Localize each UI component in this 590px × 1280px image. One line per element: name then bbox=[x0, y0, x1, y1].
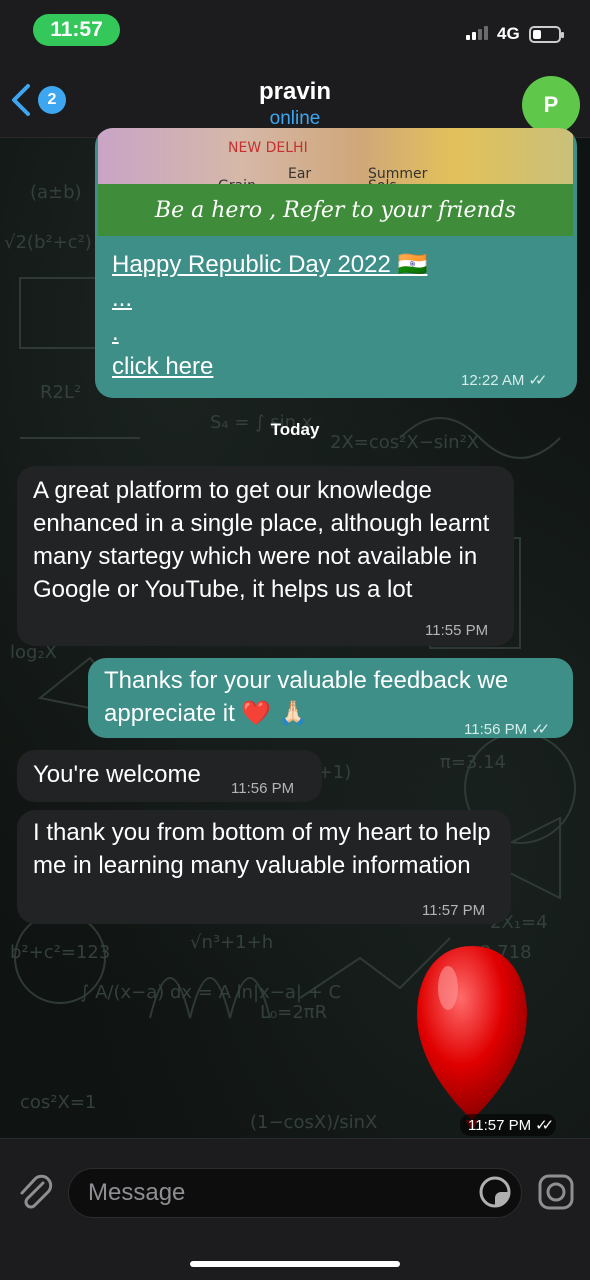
balloon-sticker[interactable]: 11:57 PM ✓✓ bbox=[410, 938, 570, 1138]
message-text: I thank you from bottom of my heart to h… bbox=[33, 819, 491, 879]
sticker-button[interactable] bbox=[478, 1175, 512, 1214]
message-meta: 11:56 PM ✓✓ bbox=[464, 713, 550, 746]
message-meta: 11:57 PM ✓✓ bbox=[460, 1114, 557, 1136]
message-list[interactable]: NEW DELHI Ear Grain Summer Sols Be a her… bbox=[0, 128, 590, 1138]
incoming-message[interactable]: I thank you from bottom of my heart to h… bbox=[17, 810, 511, 924]
camera-icon bbox=[538, 1174, 574, 1210]
battery-icon bbox=[529, 26, 564, 43]
double-check-icon: ✓✓ bbox=[528, 372, 547, 389]
message-placeholder: Message bbox=[88, 1179, 186, 1206]
incoming-message[interactable]: You're welcome 11:56 PM bbox=[17, 750, 322, 802]
message-meta: 12:22 AM ✓✓ bbox=[461, 364, 548, 397]
attach-button[interactable] bbox=[17, 1173, 53, 1218]
map-image: NEW DELHI Ear Grain Summer Sols bbox=[98, 128, 573, 194]
message-meta: 11:56 PM bbox=[231, 772, 294, 805]
link-preview-message[interactable]: NEW DELHI Ear Grain Summer Sols Be a her… bbox=[95, 128, 577, 398]
message-time: 11:56 PM bbox=[231, 780, 295, 797]
double-check-icon: ✓✓ bbox=[531, 721, 550, 738]
network-type: 4G bbox=[497, 24, 520, 43]
outgoing-message[interactable]: Thanks for your valuable feedback we app… bbox=[88, 658, 573, 738]
status-time: 11:57 bbox=[33, 14, 120, 46]
contact-status: online bbox=[269, 108, 321, 129]
chat-header: 2 pravin online P bbox=[0, 60, 590, 138]
contact-name[interactable]: pravin bbox=[0, 78, 590, 106]
sticker-icon bbox=[479, 1176, 511, 1208]
incoming-message[interactable]: A great platform to get our knowledge en… bbox=[17, 466, 514, 646]
camera-button[interactable] bbox=[537, 1173, 575, 1216]
signal-strength-icon bbox=[466, 26, 488, 40]
link-dot[interactable]: . bbox=[112, 316, 552, 350]
avatar[interactable]: P bbox=[522, 76, 580, 134]
balloon-icon bbox=[417, 946, 527, 1128]
message-meta: 11:55 PM bbox=[425, 614, 488, 647]
message-time: 12:22 AM bbox=[461, 372, 525, 389]
message-meta: 11:57 PM bbox=[422, 894, 485, 927]
message-time: 11:56 PM bbox=[464, 721, 528, 738]
link-ellipsis[interactable]: ... bbox=[112, 282, 552, 316]
message-input[interactable]: Message bbox=[68, 1168, 522, 1218]
message-time: 11:57 PM bbox=[422, 902, 486, 919]
home-indicator bbox=[190, 1261, 400, 1267]
message-time: 11:55 PM bbox=[425, 622, 489, 639]
message-text: A great platform to get our knowledge en… bbox=[33, 477, 490, 603]
paperclip-icon bbox=[20, 1174, 53, 1209]
composer-bar: Message bbox=[0, 1138, 590, 1280]
double-check-icon: ✓✓ bbox=[535, 1117, 554, 1134]
status-bar: 11:57 4G bbox=[0, 0, 590, 60]
message-time: 11:57 PM bbox=[468, 1116, 532, 1134]
date-separator: Today bbox=[270, 420, 320, 439]
message-text: You're welcome bbox=[33, 761, 201, 788]
link-republic-day[interactable]: Happy Republic Day 2022 🇮🇳 bbox=[112, 248, 552, 282]
preview-image[interactable]: NEW DELHI Ear Grain Summer Sols Be a her… bbox=[98, 128, 573, 236]
banner-text: Be a hero , Refer to your friends bbox=[98, 184, 573, 236]
